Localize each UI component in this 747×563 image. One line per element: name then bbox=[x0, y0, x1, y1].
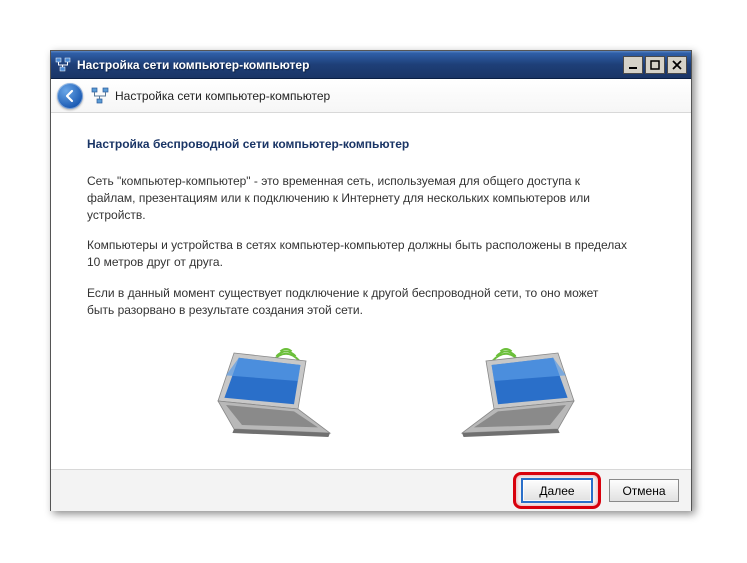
wizard-window: Настройка сети компьютер-компьютер bbox=[50, 50, 692, 511]
wizard-content: Настройка беспроводной сети компьютер-ко… bbox=[51, 113, 691, 469]
maximize-button[interactable] bbox=[645, 56, 665, 74]
wizard-header: Настройка сети компьютер-компьютер bbox=[51, 79, 691, 113]
page-heading: Настройка беспроводной сети компьютер-ко… bbox=[87, 137, 655, 151]
cancel-button[interactable]: Отмена bbox=[609, 479, 679, 502]
back-button[interactable] bbox=[57, 83, 83, 109]
network-tree-icon bbox=[91, 87, 109, 105]
window-controls bbox=[623, 56, 687, 74]
wizard-footer: Далее Отмена bbox=[51, 469, 691, 511]
close-button[interactable] bbox=[667, 56, 687, 74]
description-paragraph-2: Компьютеры и устройства в сетях компьюте… bbox=[87, 237, 627, 271]
header-title: Настройка сети компьютер-компьютер bbox=[91, 87, 330, 105]
description-paragraph-1: Сеть "компьютер-компьютер" - это временн… bbox=[87, 173, 627, 223]
title-bar: Настройка сети компьютер-компьютер bbox=[51, 51, 691, 79]
highlight-annotation: Далее bbox=[513, 472, 601, 509]
laptop-left-icon bbox=[186, 337, 346, 444]
header-title-text: Настройка сети компьютер-компьютер bbox=[115, 89, 330, 103]
window-title: Настройка сети компьютер-компьютер bbox=[77, 58, 623, 72]
next-button[interactable]: Далее bbox=[522, 479, 592, 502]
laptops-illustration bbox=[137, 337, 655, 444]
laptop-right-icon bbox=[446, 337, 606, 444]
minimize-button[interactable] bbox=[623, 56, 643, 74]
network-icon bbox=[55, 57, 71, 73]
description-paragraph-3: Если в данный момент существует подключе… bbox=[87, 285, 627, 319]
